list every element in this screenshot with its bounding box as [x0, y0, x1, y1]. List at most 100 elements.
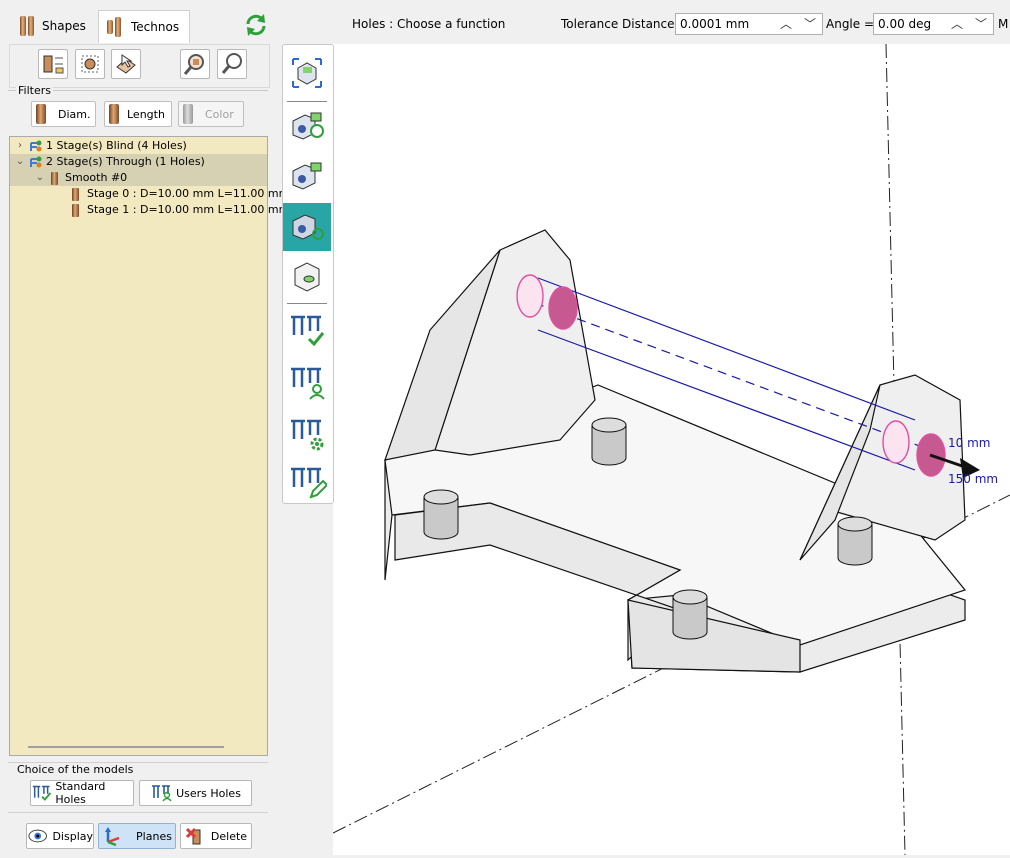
fit-view-button[interactable]	[75, 49, 105, 79]
planes-axis-icon	[105, 827, 120, 846]
filter-color-button[interactable]: Color	[178, 101, 244, 127]
function-title: Holes : Choose a function	[352, 17, 506, 31]
3d-viewport[interactable]: 10 mm 150 mm	[332, 43, 1010, 856]
tree-row-through[interactable]: ⌄ 2 Stage(s) Through (1 Holes)	[10, 154, 267, 170]
overflow-label: M	[998, 17, 1009, 31]
diameter-icon	[36, 104, 46, 124]
gear-icon	[291, 419, 324, 451]
holes-settings-button[interactable]	[283, 409, 331, 457]
tree-row-label: 2 Stage(s) Through (1 Holes)	[46, 155, 205, 168]
angle-down-button[interactable]: ﹀	[970, 13, 992, 35]
pencil-icon	[291, 467, 327, 499]
technos-icon	[107, 16, 125, 38]
refresh-icon	[246, 14, 266, 36]
delete-button[interactable]: Delete	[180, 823, 252, 849]
filter-diameter-label: Diam.	[58, 107, 91, 121]
hole-icon	[51, 171, 58, 185]
block-hole-icon	[292, 162, 322, 190]
left-panel: Shapes Technos Filters Diam. Length Colo…	[0, 0, 289, 855]
delete-icon	[185, 827, 201, 845]
color-icon	[183, 104, 193, 124]
select-holes-icon	[43, 55, 64, 74]
pick-face-button[interactable]	[111, 49, 141, 79]
face-hole-icon	[294, 262, 320, 292]
eye-icon	[28, 829, 47, 843]
angle-label: Angle =	[826, 17, 875, 31]
filter-color-label: Color	[205, 107, 234, 121]
recognize-holes-icon	[292, 58, 322, 88]
zoom-in-button[interactable]	[180, 49, 210, 79]
tree-row-blind[interactable]: › 1 Stage(s) Blind (4 Holes)	[14, 138, 267, 154]
tree-row-label: Stage 0 : D=10.00 mm L=11.00 mm	[87, 187, 290, 200]
tab-shapes[interactable]: Shapes	[10, 10, 102, 42]
filters-title: Filters	[16, 84, 53, 97]
length-dimension: 150 mm	[948, 472, 999, 486]
refresh-button[interactable]	[243, 12, 269, 38]
models-title: Choice of the models	[17, 763, 134, 776]
stage-icon	[72, 187, 79, 201]
filter-length-button[interactable]: Length	[104, 101, 172, 127]
toolbar-separator	[287, 303, 327, 304]
angle-up-button[interactable]: ︿	[946, 13, 968, 35]
users-holes-label: Users Holes	[176, 786, 241, 800]
filter-diameter-button[interactable]: Diam.	[31, 101, 96, 127]
users-holes-button[interactable]: Users Holes	[139, 780, 252, 806]
tree-row-label: Stage 1 : D=10.00 mm L=11.00 mm	[87, 203, 290, 216]
display-label: Display	[52, 829, 93, 843]
diameter-dimension: 10 mm	[948, 436, 991, 450]
tree-row-label: Smooth #0	[65, 171, 128, 184]
delete-label: Delete	[210, 829, 248, 843]
hole-mode-3-button[interactable]	[283, 203, 331, 251]
tree-horizontal-scrollbar[interactable]	[28, 746, 224, 748]
shapes-icon	[18, 15, 36, 37]
hole-mode-4-button[interactable]	[283, 253, 331, 301]
planes-label: Planes	[136, 829, 172, 843]
standard-holes-label: Standard Holes	[55, 780, 106, 806]
validate-holes-button[interactable]	[283, 305, 331, 353]
tab-technos-label: Technos	[131, 20, 180, 34]
tab-shapes-label: Shapes	[42, 19, 86, 33]
block-hole-icon	[292, 112, 324, 140]
hole-mode-2-button[interactable]	[283, 153, 331, 201]
hole-function-toolbar	[282, 44, 334, 504]
model-canvas	[332, 43, 1010, 856]
zoom-out-icon	[221, 53, 242, 74]
user-holes-button[interactable]	[283, 357, 331, 405]
validate-holes-icon	[291, 315, 325, 347]
pick-face-icon	[116, 54, 136, 74]
chevron-down-icon: ⌄	[15, 156, 25, 167]
user-holes-icon	[291, 367, 325, 400]
standard-holes-button[interactable]: Standard Holes	[30, 780, 134, 806]
select-holes-button[interactable]	[38, 49, 68, 79]
recognize-holes-button[interactable]	[283, 49, 331, 97]
tree-scrollbar-track[interactable]	[10, 735, 267, 755]
zoom-out-button[interactable]	[217, 49, 247, 79]
tab-technos[interactable]: Technos	[98, 10, 190, 43]
zoom-in-icon	[183, 54, 204, 75]
divider	[8, 812, 268, 813]
chevron-down-icon: ⌄	[35, 172, 45, 183]
block-hole-icon	[292, 214, 324, 240]
display-button[interactable]: Display	[26, 823, 94, 849]
stage-group-icon	[30, 156, 42, 168]
fit-view-icon	[81, 55, 99, 73]
edit-holes-button[interactable]	[283, 457, 331, 505]
tolerance-label: Tolerance Distance =	[561, 17, 689, 31]
tree-row-label: 1 Stage(s) Blind (4 Holes)	[46, 139, 187, 152]
users-holes-icon	[152, 785, 172, 802]
tree-row-smooth[interactable]: ⌄ Smooth #0	[10, 170, 267, 186]
tolerance-up-button[interactable]: ︿	[775, 13, 797, 35]
hole-mode-1-button[interactable]	[283, 103, 331, 151]
length-icon	[109, 104, 119, 124]
toolbar-separator	[287, 101, 327, 102]
stage-group-icon	[30, 140, 42, 152]
holes-tree: › 1 Stage(s) Blind (4 Holes) ⌄ 2 Stage(s…	[9, 136, 289, 756]
chevron-right-icon: ›	[18, 140, 22, 151]
tree-row-stage-0[interactable]: Stage 0 : D=10.00 mm L=11.00 mm	[72, 186, 289, 202]
tolerance-down-button[interactable]: ﹀	[799, 13, 821, 35]
stage-icon	[72, 203, 79, 217]
filter-length-label: Length	[127, 107, 165, 121]
standard-holes-icon	[32, 785, 52, 801]
planes-button[interactable]: Planes	[98, 823, 176, 849]
tree-row-stage-1[interactable]: Stage 1 : D=10.00 mm L=11.00 mm	[72, 202, 289, 218]
